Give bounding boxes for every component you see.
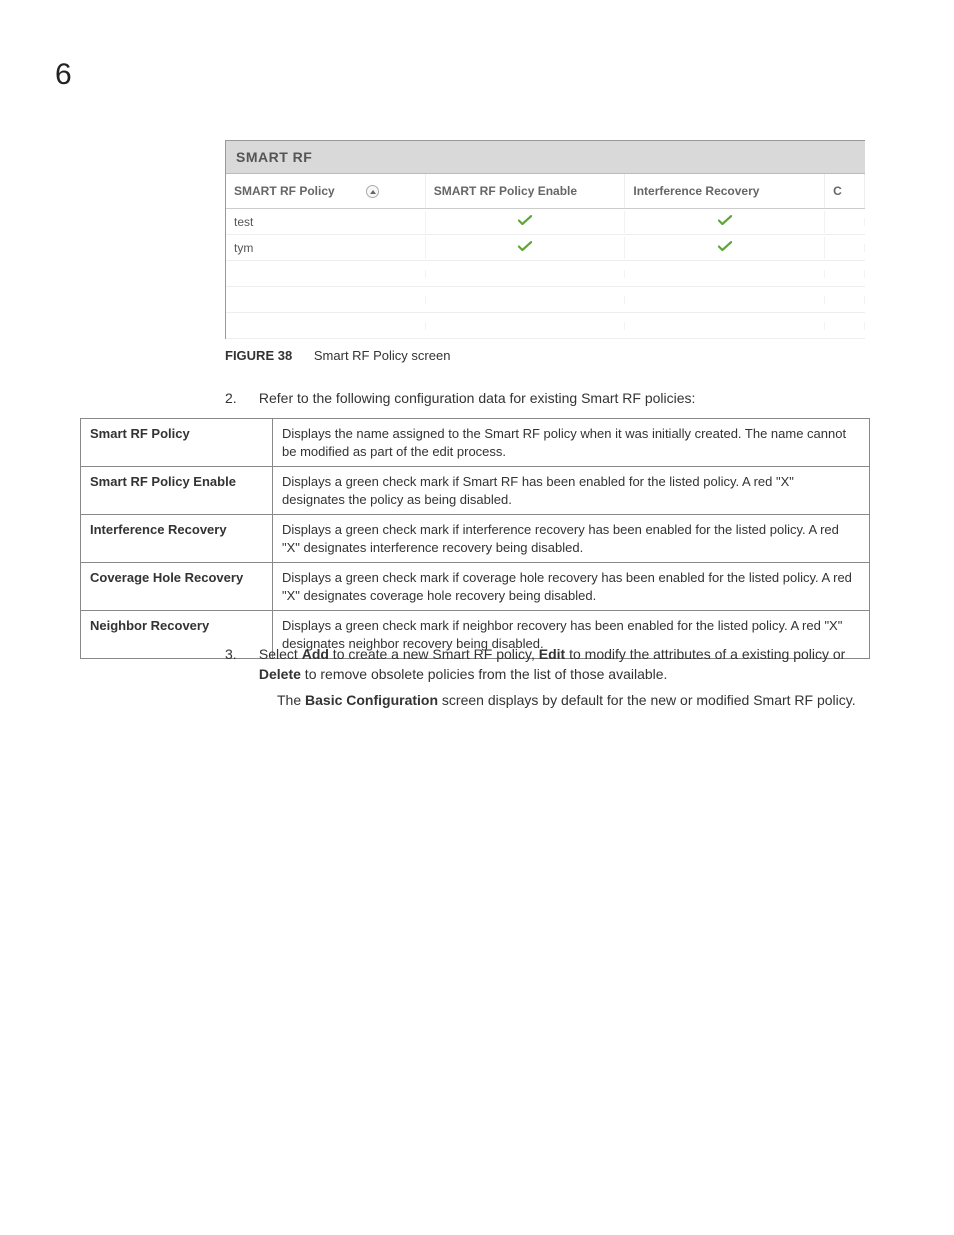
screenshot-header-row: SMART RF Policy SMART RF Policy Enable I… bbox=[226, 174, 865, 209]
cell-enable bbox=[426, 211, 626, 233]
cell-enable bbox=[426, 237, 626, 259]
smart-rf-screenshot: SMART RF SMART RF Policy SMART RF Policy… bbox=[225, 140, 865, 339]
table-row: Smart RF Policy EnableDisplays a green c… bbox=[81, 467, 870, 515]
table-row[interactable] bbox=[226, 313, 865, 339]
text-fragment: The bbox=[277, 692, 305, 708]
cell-col4 bbox=[825, 322, 865, 330]
config-description: Displays the name assigned to the Smart … bbox=[273, 419, 870, 467]
cell-policy: test bbox=[226, 211, 426, 233]
step-number: 2. bbox=[225, 388, 255, 409]
header-policy-enable[interactable]: SMART RF Policy Enable bbox=[426, 174, 626, 208]
step-number: 3. bbox=[225, 644, 255, 664]
config-label: Smart RF Policy bbox=[81, 419, 273, 467]
cell-col4 bbox=[825, 270, 865, 278]
configuration-data-table: Smart RF PolicyDisplays the name assigne… bbox=[80, 418, 870, 659]
table-row[interactable] bbox=[226, 261, 865, 287]
cell-enable bbox=[426, 322, 626, 330]
text-fragment: Select bbox=[259, 646, 302, 662]
text-fragment: to create a new Smart RF policy, bbox=[329, 646, 539, 662]
text-fragment: screen displays by default for the new o… bbox=[438, 692, 856, 708]
header-interference-recovery[interactable]: Interference Recovery bbox=[625, 174, 825, 208]
table-row: Smart RF PolicyDisplays the name assigne… bbox=[81, 419, 870, 467]
config-description: Displays a green check mark if interfere… bbox=[273, 515, 870, 563]
figure-label: FIGURE 38 bbox=[225, 348, 292, 363]
basic-configuration-label: Basic Configuration bbox=[305, 692, 438, 708]
cell-policy bbox=[226, 322, 426, 330]
cell-interference bbox=[625, 237, 825, 259]
table-row[interactable] bbox=[226, 287, 865, 313]
check-icon bbox=[518, 241, 532, 255]
check-icon bbox=[718, 241, 732, 255]
cell-policy bbox=[226, 296, 426, 304]
cell-col4 bbox=[825, 296, 865, 304]
add-label: Add bbox=[302, 646, 329, 662]
edit-label: Edit bbox=[539, 646, 565, 662]
table-row[interactable]: tym bbox=[226, 235, 865, 261]
cell-interference bbox=[625, 322, 825, 330]
config-description: Displays a green check mark if coverage … bbox=[273, 563, 870, 611]
cell-interference bbox=[625, 211, 825, 233]
cell-interference bbox=[625, 270, 825, 278]
page-number: 6 bbox=[55, 58, 72, 92]
table-row[interactable]: test bbox=[226, 209, 865, 235]
text-fragment: to remove obsolete policies from the lis… bbox=[301, 666, 668, 682]
cell-interference bbox=[625, 296, 825, 304]
header-col4-truncated[interactable]: C bbox=[825, 174, 865, 208]
cell-policy: tym bbox=[226, 237, 426, 259]
sub-paragraph: The Basic Configuration screen displays … bbox=[277, 690, 867, 710]
table-row: Coverage Hole RecoveryDisplays a green c… bbox=[81, 563, 870, 611]
step-3: 3. Select Add to create a new Smart RF p… bbox=[225, 644, 870, 685]
text-fragment: to modify the attributes of a existing p… bbox=[565, 646, 845, 662]
config-label: Smart RF Policy Enable bbox=[81, 467, 273, 515]
figure-caption-text: Smart RF Policy screen bbox=[314, 348, 451, 363]
step-2: 2. Refer to the following configuration … bbox=[225, 388, 695, 409]
check-icon bbox=[518, 215, 532, 229]
config-label: Coverage Hole Recovery bbox=[81, 563, 273, 611]
cell-policy bbox=[226, 270, 426, 278]
figure-caption: FIGURE 38 Smart RF Policy screen bbox=[225, 348, 450, 363]
config-label: Interference Recovery bbox=[81, 515, 273, 563]
cell-enable bbox=[426, 270, 626, 278]
cell-enable bbox=[426, 296, 626, 304]
delete-label: Delete bbox=[259, 666, 301, 682]
header-smart-rf-policy[interactable]: SMART RF Policy bbox=[226, 174, 426, 208]
cell-col4 bbox=[825, 244, 865, 252]
config-description: Displays a green check mark if Smart RF … bbox=[273, 467, 870, 515]
step-text: Refer to the following configuration dat… bbox=[259, 390, 696, 406]
sort-asc-icon[interactable] bbox=[366, 185, 379, 198]
table-row: Interference RecoveryDisplays a green ch… bbox=[81, 515, 870, 563]
screenshot-title: SMART RF bbox=[226, 141, 865, 174]
cell-col4 bbox=[825, 218, 865, 226]
check-icon bbox=[718, 215, 732, 229]
header-label: SMART RF Policy bbox=[234, 184, 335, 198]
